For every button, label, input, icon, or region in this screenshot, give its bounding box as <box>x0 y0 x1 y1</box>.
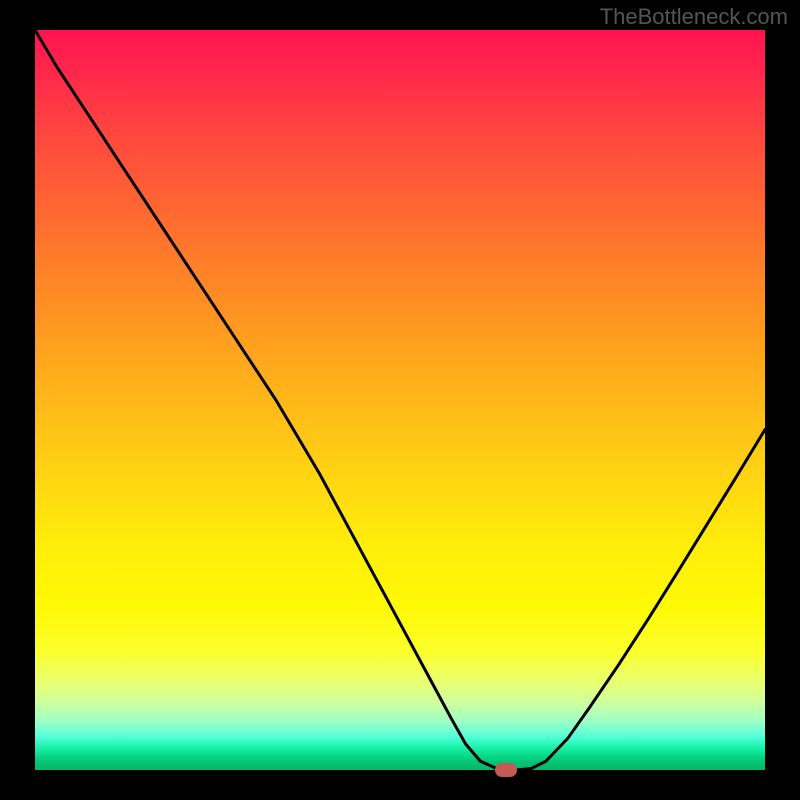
plot-background <box>35 30 765 770</box>
watermark-text: TheBottleneck.com <box>600 4 788 30</box>
bottleneck-curve <box>35 30 765 770</box>
optimal-point-marker <box>495 763 517 777</box>
chart-frame: TheBottleneck.com <box>0 0 800 800</box>
